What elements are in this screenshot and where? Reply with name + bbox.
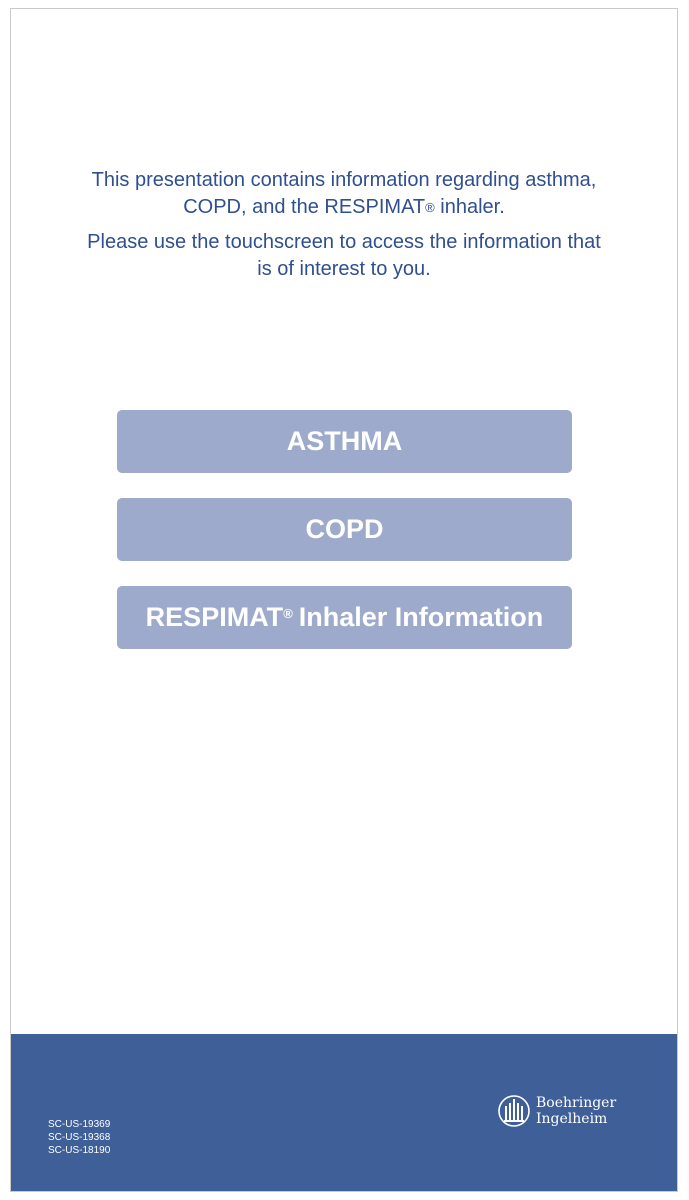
copd-button-label: COPD: [305, 514, 384, 544]
respimat-registered-mark: ®: [283, 606, 293, 621]
boehringer-ingelheim-logo-icon: [498, 1095, 530, 1127]
document-code: SC-US-19369: [48, 1119, 111, 1130]
kiosk-screen: This presentation contains information r…: [10, 8, 678, 1192]
registered-mark: ®: [425, 200, 435, 215]
asthma-button-label: ASTHMA: [286, 426, 403, 456]
document-codes: SC-US-19369 SC-US-19368 SC-US-18190: [48, 1118, 110, 1157]
intro-line-1-text: This presentation contains information r…: [91, 169, 597, 218]
document-code: SC-US-19368: [48, 1132, 111, 1143]
boehringer-ingelheim-logo: Boehringer Ingelheim: [498, 1094, 616, 1128]
copd-button[interactable]: COPD: [117, 498, 572, 561]
respimat-button-label: RESPIMAT: [145, 602, 284, 632]
intro-text: This presentation contains information r…: [11, 167, 677, 283]
respimat-button-suffix: Inhaler Information: [298, 602, 544, 632]
logo-wordmark: Boehringer Ingelheim: [536, 1095, 616, 1127]
logo-line-2: Ingelheim: [536, 1111, 608, 1127]
intro-line-2: Please use the touchscreen to access the…: [87, 231, 601, 280]
asthma-button[interactable]: ASTHMA: [117, 410, 572, 473]
logo-line-1: Boehringer: [536, 1095, 617, 1111]
topic-menu: ASTHMA COPD RESPIMAT ® Inhaler Information: [117, 410, 572, 674]
footer-bar: SC-US-19369 SC-US-19368 SC-US-18190 Boeh…: [11, 1034, 677, 1191]
document-code: SC-US-18190: [48, 1145, 111, 1156]
intro-line-1: This presentation contains information r…: [84, 167, 604, 221]
intro-line-1-end: inhaler.: [434, 196, 505, 218]
respimat-inhaler-information-button[interactable]: RESPIMAT ® Inhaler Information: [117, 586, 572, 649]
